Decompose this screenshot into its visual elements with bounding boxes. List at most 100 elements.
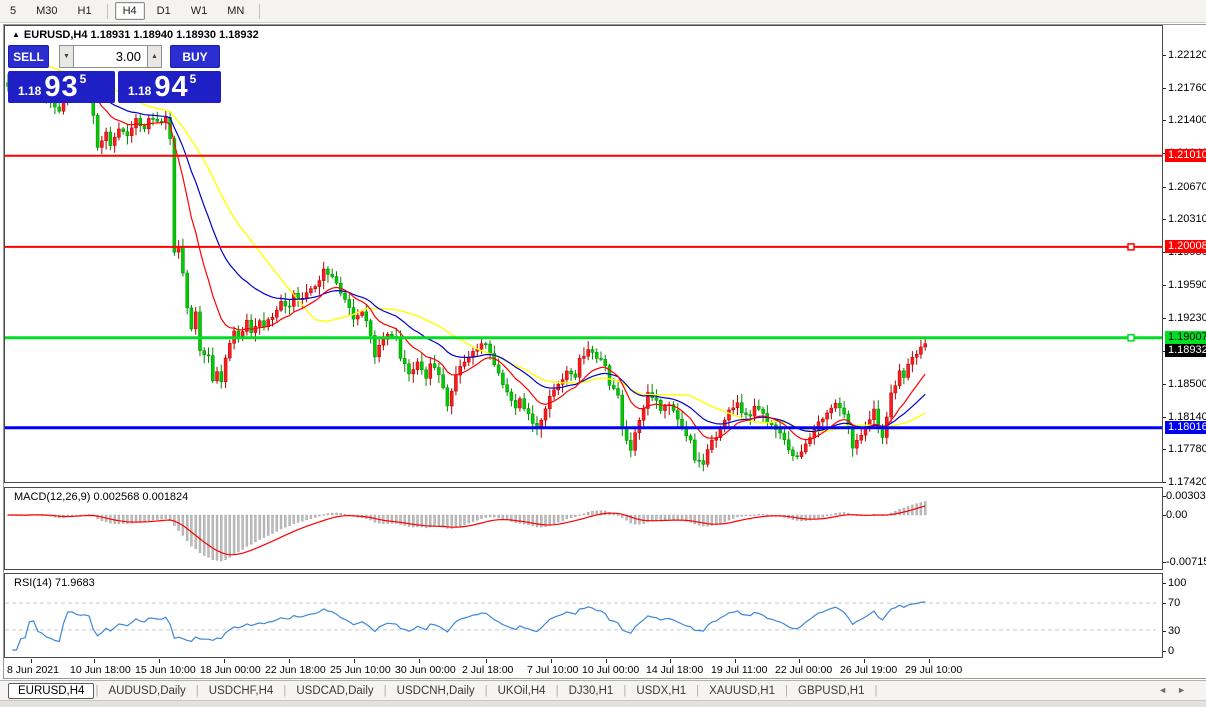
- candle: [621, 395, 624, 428]
- candle: [258, 321, 261, 327]
- macd-header: MACD(12,26,9) 0.002568 0.001824: [14, 491, 188, 503]
- hline-handle[interactable]: [1128, 244, 1134, 250]
- timeframe-button-5[interactable]: 5: [2, 2, 24, 20]
- price-line-label-1.18016: 1.18016: [1165, 421, 1206, 434]
- chart-tab-audusd[interactable]: AUDUSD,Daily: [99, 683, 194, 699]
- buy-button[interactable]: BUY: [170, 45, 220, 68]
- time-label: 2 Jul 18:00: [462, 664, 513, 676]
- chart-tab-dj30[interactable]: DJ30,H1: [560, 683, 623, 699]
- time-tick: [419, 659, 420, 663]
- candle: [706, 450, 709, 465]
- timeframe-button-h4[interactable]: H4: [115, 2, 145, 20]
- axis-tick: [1163, 603, 1166, 604]
- candle: [369, 321, 372, 336]
- candle: [553, 390, 556, 396]
- timeframe-button-m30[interactable]: M30: [28, 2, 65, 20]
- price-tick-label: 1.19590: [1168, 279, 1206, 291]
- time-tick: [929, 659, 930, 663]
- sell-button[interactable]: SELL: [8, 45, 49, 68]
- candle: [489, 344, 492, 353]
- chart-tab-gbpusd[interactable]: GBPUSD,H1: [789, 683, 873, 699]
- tab-scroll-right-icon[interactable]: ►: [1177, 685, 1196, 695]
- chart-tab-eurusd[interactable]: EURUSD,H4: [8, 683, 94, 699]
- price-line-label-1.18932: 1.18932: [1165, 344, 1206, 357]
- chart-tab-ukoil[interactable]: UKOil,H4: [489, 683, 555, 699]
- buy-price-pips: 94: [154, 73, 188, 101]
- chart-tab-usdchf[interactable]: USDCHF,H4: [200, 683, 283, 699]
- time-tick: [735, 659, 736, 663]
- timeframe-button-d1[interactable]: D1: [149, 2, 179, 20]
- sell-price-point: 5: [80, 72, 87, 86]
- candle: [412, 370, 415, 374]
- candle: [783, 433, 786, 440]
- candle: [732, 408, 735, 410]
- candle: [194, 312, 197, 329]
- time-label: 22 Jun 18:00: [265, 664, 326, 676]
- toolbar-separator: [259, 4, 260, 19]
- candle: [830, 408, 833, 413]
- rsi-line: [12, 602, 925, 650]
- candle: [105, 132, 108, 141]
- time-tick: [159, 659, 160, 663]
- candle: [757, 406, 760, 409]
- volume-decrease-button[interactable]: ▼: [59, 45, 74, 68]
- timeframe-button-h1[interactable]: H1: [70, 2, 100, 20]
- candle: [109, 132, 112, 145]
- price-tick-label: 1.17780: [1168, 443, 1206, 455]
- chart-tab-usdcnh[interactable]: USDCNH,Daily: [388, 683, 484, 699]
- candle: [177, 248, 180, 253]
- sell-price-figure: 1.18: [18, 84, 41, 101]
- macd-signal-line: [8, 506, 925, 555]
- time-tick: [486, 659, 487, 663]
- time-label: 14 Jul 18:00: [646, 664, 703, 676]
- time-tick: [799, 659, 800, 663]
- candle: [250, 320, 253, 332]
- axis-tick: [1163, 318, 1166, 319]
- candle: [531, 414, 534, 424]
- candle: [514, 400, 517, 408]
- candle: [834, 403, 837, 408]
- axis-tick: [1163, 449, 1166, 450]
- buy-price-button[interactable]: 1.18 94 5: [118, 71, 221, 103]
- candle: [702, 461, 705, 465]
- axis-tick: [1163, 219, 1166, 220]
- axis-tick: [1163, 384, 1166, 385]
- chart-tab-usdcad[interactable]: USDCAD,Daily: [287, 683, 382, 699]
- candle: [629, 440, 632, 450]
- collapse-panel-icon[interactable]: ▲: [12, 30, 20, 39]
- candle: [314, 287, 317, 289]
- candle: [390, 334, 393, 336]
- chart-tab-xauusd[interactable]: XAUUSD,H1: [700, 683, 784, 699]
- candle: [382, 339, 385, 345]
- timeframe-button-mn[interactable]: MN: [219, 2, 252, 20]
- time-tick: [224, 659, 225, 663]
- timeframe-button-w1[interactable]: W1: [183, 2, 216, 20]
- candle: [625, 428, 628, 441]
- candle: [855, 440, 858, 448]
- volume-input[interactable]: [74, 45, 147, 68]
- candle: [245, 320, 248, 331]
- candle: [309, 289, 312, 293]
- candle: [578, 358, 581, 377]
- hline-handle[interactable]: [1128, 335, 1134, 341]
- time-tick: [289, 659, 290, 663]
- candle: [254, 326, 257, 332]
- time-label: 25 Jun 10:00: [330, 664, 391, 676]
- candle: [595, 352, 598, 358]
- candle: [408, 364, 411, 374]
- sell-price-button[interactable]: 1.18 93 5: [8, 71, 115, 103]
- axis-tick: [1163, 583, 1166, 584]
- volume-increase-button[interactable]: ▲: [147, 45, 162, 68]
- candle: [570, 371, 573, 374]
- candle: [181, 248, 184, 273]
- tab-separator: |: [874, 685, 877, 697]
- tab-scroll-left-icon[interactable]: ◄: [1158, 685, 1177, 695]
- candle: [497, 365, 500, 373]
- rsi-header: RSI(14) 71.9683: [14, 577, 95, 589]
- axis-tick: [1163, 285, 1166, 286]
- candle: [924, 344, 927, 347]
- time-label: 10 Jun 18:00: [70, 664, 131, 676]
- chart-tab-usdx[interactable]: USDX,H1: [627, 683, 695, 699]
- candle: [911, 357, 914, 364]
- time-tick: [864, 659, 865, 663]
